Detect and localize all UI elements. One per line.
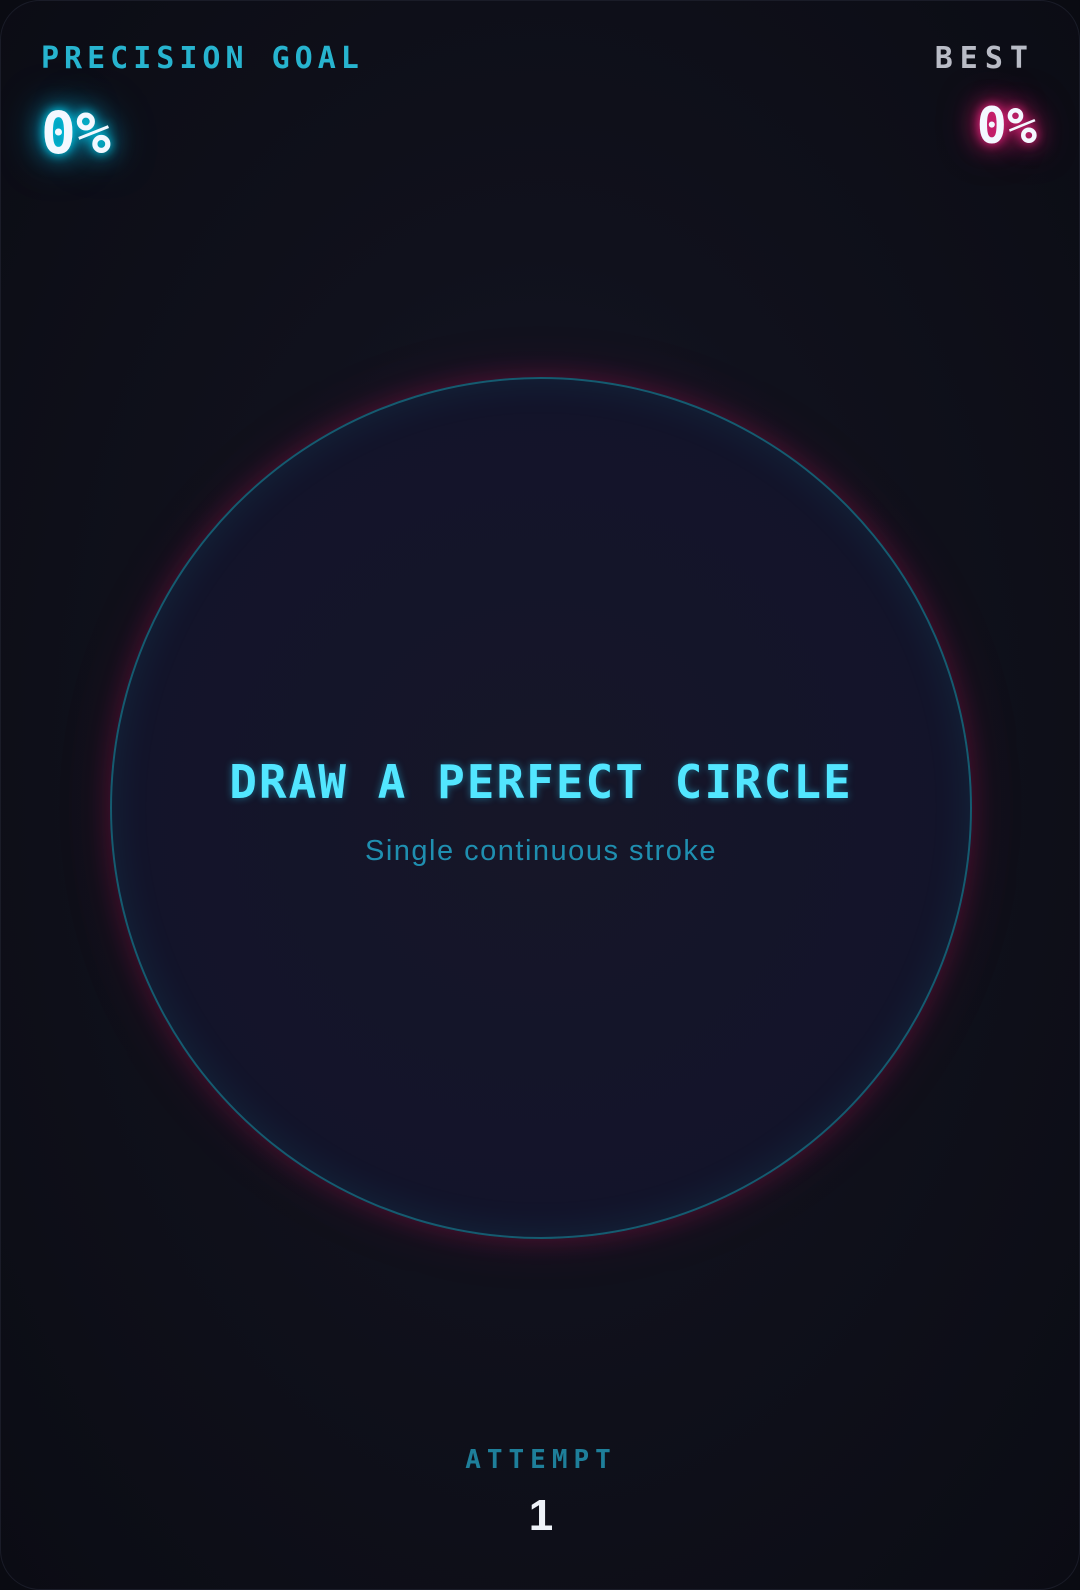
game-card: PRECISION GOAL 0% BEST 0% DRAW A PERFECT…	[0, 0, 1080, 1590]
best-label: BEST	[934, 41, 1035, 76]
best-score-value: 0%	[976, 97, 1037, 155]
precision-goal-value: 0%	[41, 99, 111, 167]
prompt-subtitle: Single continuous stroke	[365, 835, 717, 867]
precision-goal-label: PRECISION GOAL	[41, 41, 364, 76]
attempt-count: 1	[528, 1491, 554, 1540]
attempt-label: ATTEMPT	[465, 1445, 617, 1475]
prompt-title: DRAW A PERFECT CIRCLE	[229, 755, 853, 809]
